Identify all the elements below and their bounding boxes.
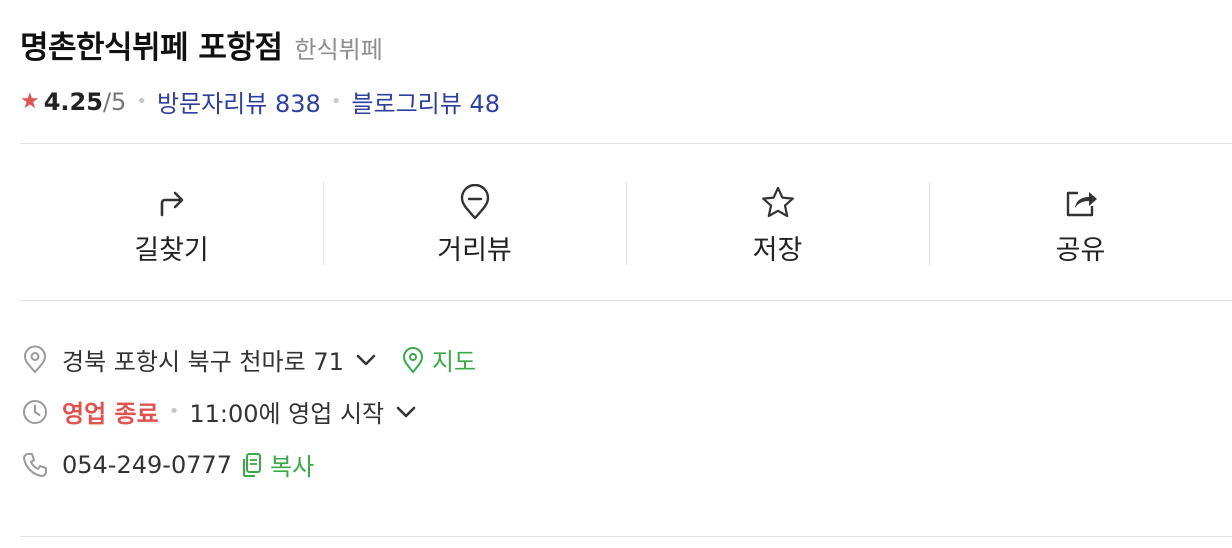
place-title: 명촌한식뷔페 포항점 [20, 30, 283, 66]
separator-dot: • [168, 401, 180, 422]
address-text: 경북 포항시 북구 천마로 71 [62, 348, 344, 376]
phone-row: 054-249-0777 복사 [20, 447, 314, 482]
clock-icon [23, 399, 47, 424]
location-pin-icon [23, 345, 47, 374]
phone-number: 054-249-0777 [62, 450, 233, 479]
chevron-down-icon[interactable] [394, 400, 418, 424]
hours-row: 영업 종료 • 11:00에 영업 시작 [20, 394, 418, 429]
copy-phone-button[interactable]: 복사 [240, 447, 314, 482]
action-bar: 길찾기 거리뷰 저장 공유 [20, 170, 1232, 280]
blog-reviews-link[interactable]: 블로그리뷰 48 [351, 84, 500, 119]
divider [20, 300, 1232, 301]
hours-detail: 11:00에 영업 시작 [189, 400, 385, 428]
separator-dot: • [136, 91, 147, 112]
divider [20, 536, 1232, 537]
place-category: 한식뷔페 [294, 36, 383, 64]
divider [20, 143, 1232, 144]
directions-button[interactable]: 길찾기 [20, 170, 323, 280]
chevron-down-icon[interactable] [354, 348, 378, 372]
street-view-label: 거리뷰 [437, 234, 512, 266]
copy-label: 복사 [270, 453, 315, 481]
phone-icon [23, 452, 47, 477]
street-view-button[interactable]: 거리뷰 [323, 170, 626, 280]
hours-status: 영업 종료 [62, 400, 159, 428]
address-row: 경북 포항시 북구 천마로 71 지도 [20, 342, 476, 377]
street-view-icon [460, 183, 489, 219]
map-link[interactable]: 지도 [400, 342, 476, 377]
visitor-reviews-link[interactable]: 방문자리뷰 838 [157, 84, 321, 119]
save-label: 저장 [752, 234, 803, 266]
share-button[interactable]: 공유 [929, 170, 1232, 280]
title-row: 명촌한식뷔페 포항점 한식뷔페 [20, 22, 383, 67]
separator-dot: • [330, 91, 342, 112]
share-icon [1066, 191, 1097, 216]
share-label: 공유 [1055, 234, 1106, 266]
star-icon [761, 186, 794, 217]
save-button[interactable]: 저장 [626, 170, 929, 280]
directions-label: 길찾기 [134, 234, 209, 266]
directions-icon [160, 191, 183, 216]
rating-row: ★ 4.25 /5 • 방문자리뷰 838 • 블로그리뷰 48 [20, 84, 500, 119]
rating-star-icon: ★ [20, 89, 40, 114]
rating-out-of: /5 [102, 87, 127, 116]
map-pin-icon [402, 346, 423, 374]
map-link-label: 지도 [431, 348, 477, 376]
rating-score: 4.25 [43, 87, 103, 116]
copy-icon [243, 452, 262, 477]
